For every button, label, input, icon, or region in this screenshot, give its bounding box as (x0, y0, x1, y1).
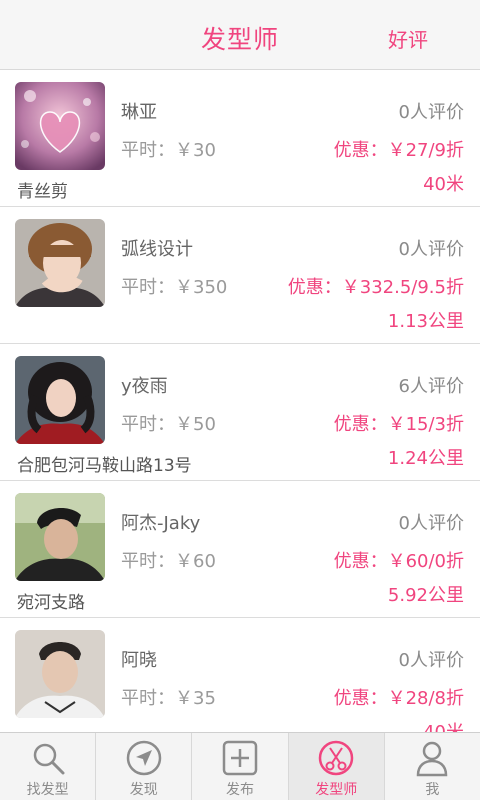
regular-price: 平时：￥35 (121, 688, 216, 709)
top-bar: 发型师 好评 (0, 0, 480, 70)
review-count: 6人评价 (398, 376, 464, 397)
stylist-name: y夜雨 (121, 376, 168, 397)
stylist-name: 阿晓 (121, 650, 157, 671)
discount-price: 优惠：￥27/9折 (333, 140, 464, 161)
stylist-row[interactable]: 琳亚 0人评价 平时：￥30 优惠：￥27/9折 青丝剪 40米 (0, 70, 480, 207)
user-icon (413, 739, 451, 777)
compass-icon (125, 739, 163, 777)
stylist-avatar[interactable] (15, 493, 105, 581)
tab-find-hairstyle[interactable]: 找发型 (0, 733, 97, 800)
distance: 5.92公里 (387, 585, 464, 606)
regular-price: 平时：￥30 (121, 140, 216, 161)
salon-address: 青丝剪 (17, 182, 68, 202)
discount-price: 优惠：￥332.5/9.5折 (287, 277, 464, 298)
scissors-icon (317, 739, 355, 777)
bottom-tab-bar: 找发型 发现 发布 发型师 我 (0, 732, 480, 800)
stylist-name: 弧线设计 (121, 239, 193, 260)
plus-icon (221, 739, 259, 777)
stylist-avatar[interactable] (15, 219, 105, 307)
tab-stylists[interactable]: 发型师 (288, 733, 385, 800)
stylist-avatar[interactable] (15, 630, 105, 718)
stylist-row[interactable]: 阿晓 0人评价 平时：￥35 优惠：￥28/8折 40米 (0, 618, 480, 732)
tab-label: 找发型 (26, 782, 69, 798)
stylist-row[interactable]: 弧线设计 0人评价 平时：￥350 优惠：￥332.5/9.5折 1.13公里 (0, 207, 480, 344)
stylist-list[interactable]: 琳亚 0人评价 平时：￥30 优惠：￥27/9折 青丝剪 40米 弧线设计 0人… (0, 70, 480, 732)
stylist-avatar[interactable] (15, 82, 105, 170)
stylist-name: 琳亚 (121, 102, 157, 123)
tab-label: 发现 (129, 782, 158, 798)
distance: 40米 (423, 174, 464, 195)
tab-discover[interactable]: 发现 (96, 733, 193, 800)
discount-price: 优惠：￥28/8折 (333, 688, 464, 709)
discount-price: 优惠：￥15/3折 (333, 414, 464, 435)
sort-by-rating-button[interactable]: 好评 (388, 24, 428, 53)
regular-price: 平时：￥60 (121, 551, 216, 572)
stylist-row[interactable]: 阿杰-Jaky 0人评价 平时：￥60 优惠：￥60/0折 宛河支路 5.92公… (0, 481, 480, 618)
distance: 40米 (423, 718, 464, 732)
tab-me[interactable]: 我 (385, 733, 480, 800)
stylist-row[interactable]: y夜雨 6人评价 平时：￥50 优惠：￥15/3折 合肥包河马鞍山路13号 1.… (0, 344, 480, 481)
search-icon (29, 739, 67, 777)
regular-price: 平时：￥350 (121, 277, 228, 298)
tab-label: 发布 (226, 782, 254, 798)
salon-address: 合肥包河马鞍山路13号 (17, 456, 192, 476)
review-count: 0人评价 (398, 513, 464, 534)
salon-address: 宛河支路 (17, 593, 85, 613)
review-count: 0人评价 (398, 102, 464, 123)
tab-publish[interactable]: 发布 (192, 733, 289, 800)
regular-price: 平时：￥50 (121, 414, 216, 435)
stylist-name: 阿杰-Jaky (121, 513, 201, 534)
stylist-avatar[interactable] (15, 356, 105, 444)
review-count: 0人评价 (398, 239, 464, 260)
distance: 1.13公里 (387, 311, 464, 332)
distance: 1.24公里 (387, 448, 464, 469)
tab-label: 我 (425, 782, 440, 798)
tab-label: 发型师 (315, 782, 358, 798)
discount-price: 优惠：￥60/0折 (333, 551, 464, 572)
review-count: 0人评价 (398, 650, 464, 671)
